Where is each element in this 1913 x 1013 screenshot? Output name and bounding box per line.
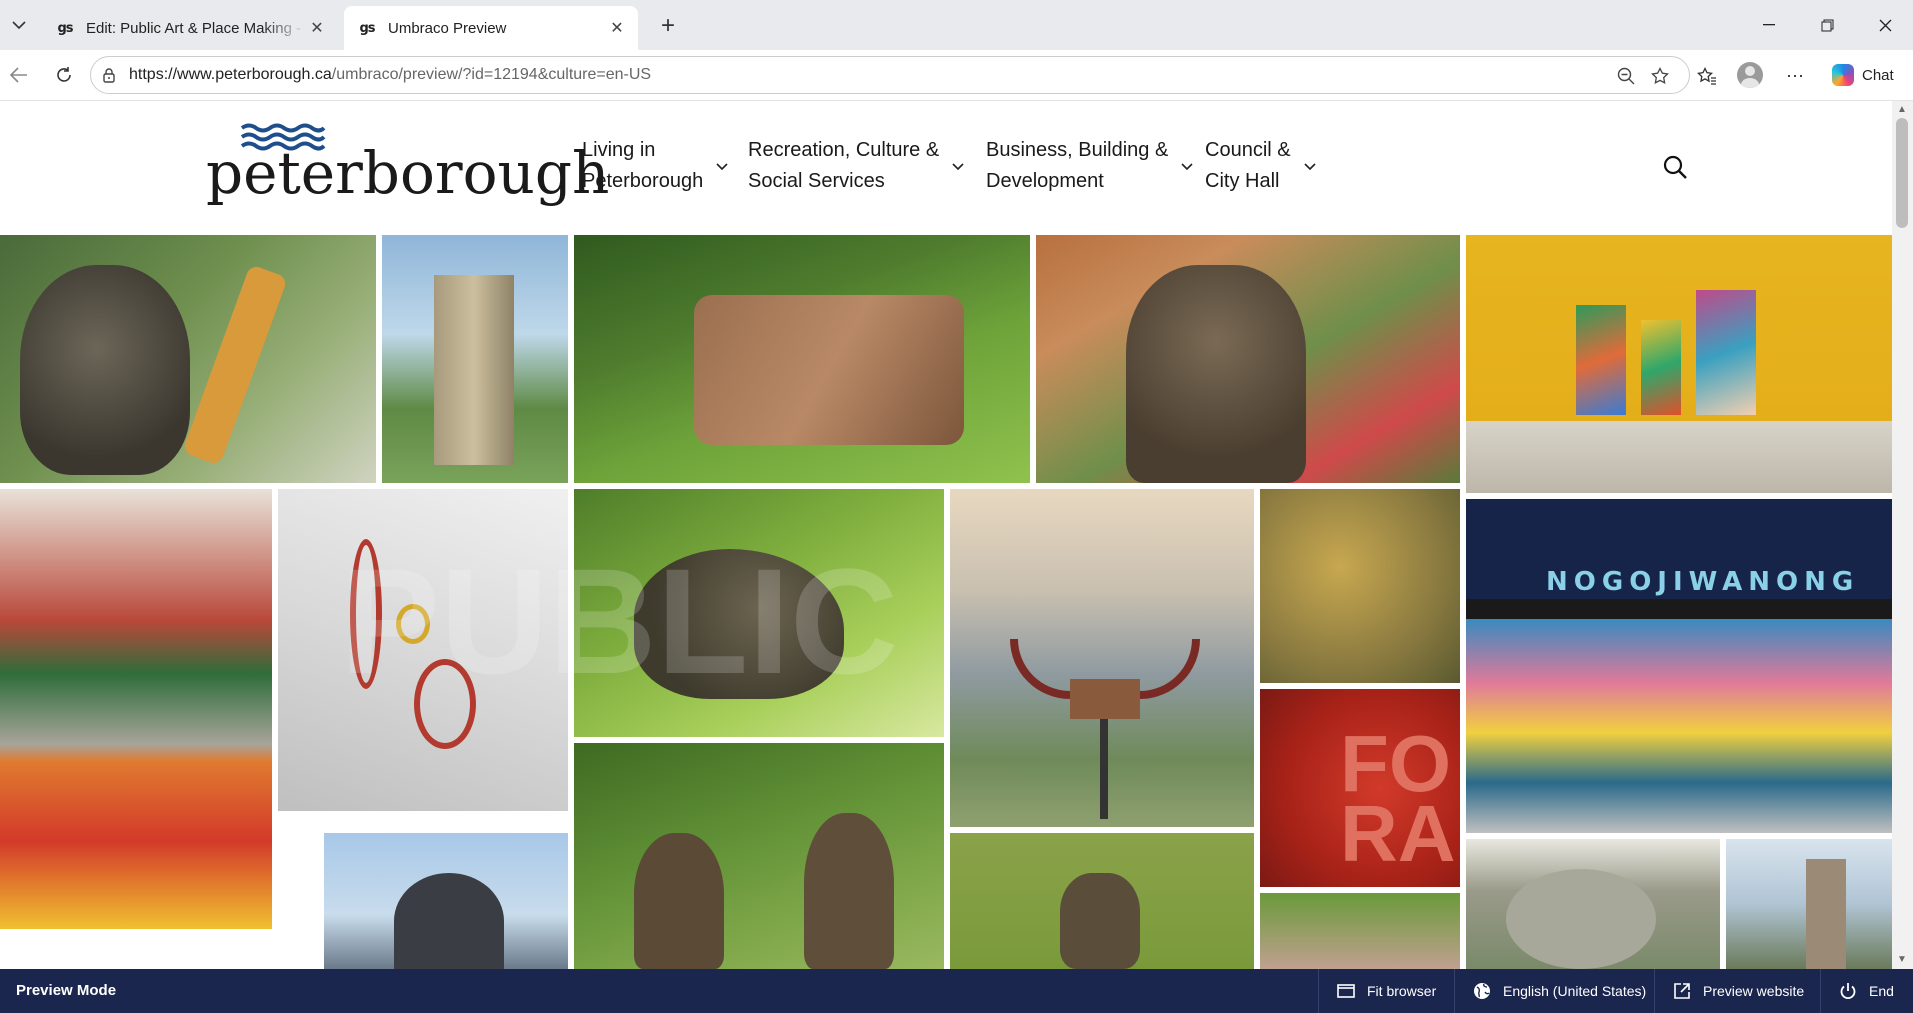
nogojiwanong-sign: NOGOJIWANONG — [1546, 567, 1860, 597]
nav-living-in-peterborough[interactable]: Living in Peterborough — [582, 135, 729, 197]
lock-icon[interactable] — [101, 67, 117, 83]
public-art-collage: NOGOJIWANONG FO RA PUBLIC — [0, 235, 1892, 969]
tab-title: Umbraco Preview — [388, 19, 507, 37]
scroll-down-icon[interactable]: ▼ — [1897, 954, 1907, 965]
nav-council-city-hall[interactable]: Council & City Hall — [1205, 135, 1317, 197]
nav-business-building[interactable]: Business, Building & Development — [986, 135, 1194, 197]
close-tab-icon[interactable]: ✕ — [306, 17, 328, 39]
tab-edit-public-art[interactable]: gs Edit: Public Art & Place Making - Ci … — [42, 6, 338, 50]
nav-recreation-culture[interactable]: Recreation, Culture & Social Services — [748, 135, 965, 197]
photo-firefighter-statue — [1036, 235, 1460, 483]
chevron-down-icon — [1304, 163, 1316, 171]
chevron-down-icon — [1181, 163, 1193, 171]
address-bar[interactable]: https://www.peterborough.ca/umbraco/prev… — [90, 56, 1690, 94]
umbraco-preview-bar: Preview Mode Fit browser English (United… — [0, 969, 1913, 1013]
tab-title: Edit: Public Art & Place Making - Ci — [86, 19, 306, 37]
copilot-icon — [1832, 64, 1854, 86]
photo-painted-utility-boxes — [1466, 235, 1892, 493]
more-options-icon[interactable]: ⋯ — [1780, 62, 1810, 90]
preview-website-button[interactable]: Preview website — [1654, 969, 1820, 1013]
language-button[interactable]: English (United States) — [1454, 969, 1654, 1013]
photo-stone-book — [1260, 893, 1460, 969]
photo-nogojiwanong-mural: NOGOJIWANONG — [1466, 499, 1892, 833]
restore-icon[interactable] — [1798, 0, 1856, 50]
photo-golden-tree — [1260, 489, 1460, 683]
photo-rowers-sculpture — [574, 235, 1030, 483]
close-tab-icon[interactable]: ✕ — [606, 17, 628, 39]
photo-mural-wall — [0, 489, 272, 929]
site-header: peterborough Living in Peterborough Recre… — [0, 101, 1892, 235]
photo-children-statue — [574, 743, 944, 969]
photo-stone-monument — [382, 235, 568, 483]
peterborough-logo[interactable]: peterborough — [206, 119, 609, 209]
photo-fox-statue — [950, 833, 1254, 969]
url-text[interactable]: https://www.peterborough.ca/umbraco/prev… — [129, 66, 651, 84]
chevron-down-icon — [716, 163, 728, 171]
favorites-icon[interactable] — [1692, 62, 1722, 90]
zoom-out-icon[interactable] — [1615, 65, 1637, 87]
favorite-star-icon[interactable] — [1649, 65, 1671, 87]
back-arrow-icon[interactable] — [6, 62, 32, 88]
chevron-down-icon — [952, 163, 964, 171]
watermark-text: PUBLIC — [340, 537, 899, 705]
photo-sky-statue — [324, 833, 568, 969]
monitor-icon — [1337, 984, 1355, 998]
external-link-icon — [1674, 983, 1690, 999]
globe-icon — [1474, 983, 1490, 999]
gs-favicon-icon: gs — [57, 20, 73, 36]
profile-avatar[interactable] — [1737, 62, 1763, 88]
photo-red-art-panel: FO RA — [1260, 689, 1460, 887]
tab-search-chevron-icon[interactable] — [6, 12, 32, 38]
scrollbar-thumb[interactable] — [1896, 118, 1908, 228]
reload-icon[interactable] — [51, 62, 77, 88]
photo-hockey-statue — [0, 235, 376, 483]
minimize-icon[interactable] — [1740, 0, 1798, 50]
tab-umbraco-preview[interactable]: gs Umbraco Preview ✕ — [344, 6, 638, 50]
gs-favicon-icon: gs — [359, 20, 375, 36]
logo-wordmark: peterborough — [206, 139, 610, 207]
search-icon[interactable] — [1662, 154, 1688, 180]
end-preview-button[interactable]: End — [1820, 969, 1913, 1013]
tab-strip: gs Edit: Public Art & Place Making - Ci … — [0, 0, 1913, 50]
scroll-up-icon[interactable]: ▲ — [1897, 104, 1907, 115]
page-scrollbar[interactable] — [1892, 101, 1913, 969]
photo-building — [1726, 839, 1892, 969]
photo-chair-sculpture-lakeside — [950, 489, 1254, 827]
preview-mode-label: Preview Mode — [16, 982, 117, 999]
close-window-icon[interactable] — [1856, 0, 1913, 50]
fit-browser-button[interactable]: Fit browser — [1318, 969, 1454, 1013]
photo-boulders — [1466, 839, 1720, 969]
power-icon — [1840, 983, 1856, 1000]
copilot-chat-button[interactable]: Chat — [1826, 58, 1904, 92]
browser-toolbar: https://www.peterborough.ca/umbraco/prev… — [0, 50, 1913, 101]
new-tab-plus-icon[interactable]: + — [654, 12, 682, 40]
